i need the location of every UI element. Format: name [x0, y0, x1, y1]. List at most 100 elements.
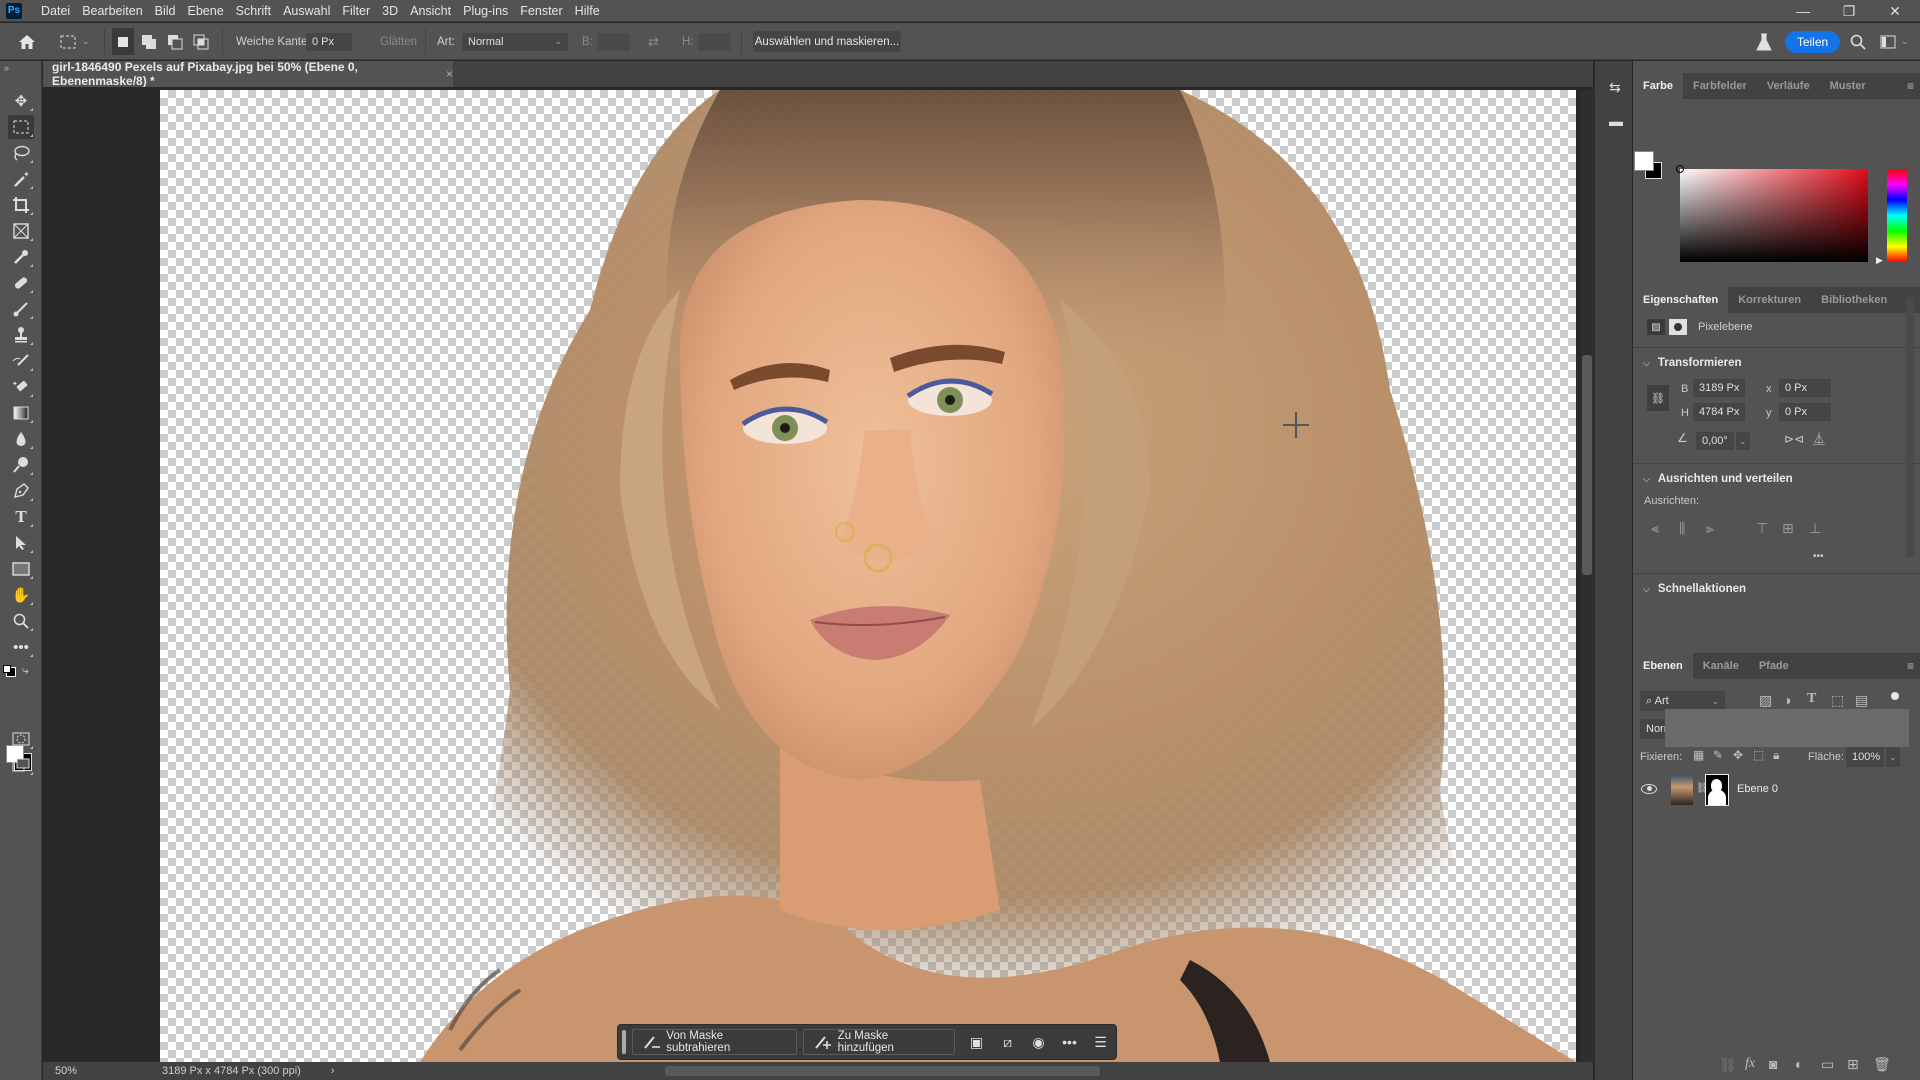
- feather-input[interactable]: 0 Px: [306, 32, 352, 51]
- select-and-mask-button[interactable]: Auswählen und maskieren...: [753, 31, 901, 52]
- eraser-tool[interactable]: ✦: [8, 375, 34, 399]
- zoom-tool[interactable]: [8, 609, 34, 633]
- menu-datei[interactable]: Datei: [35, 4, 76, 18]
- y-field[interactable]: 0 Px: [1779, 403, 1831, 421]
- align-left-icon[interactable]: ⫷: [1651, 520, 1659, 537]
- tab-farbe[interactable]: Farbe: [1633, 73, 1683, 99]
- history-brush-tool[interactable]: [8, 349, 34, 373]
- menu-fenster[interactable]: Fenster: [514, 4, 568, 18]
- subtract-from-mask-button[interactable]: Von Maske subtrahieren: [631, 1029, 798, 1055]
- group-folder-icon[interactable]: ▭: [1821, 1056, 1834, 1073]
- blur-tool[interactable]: [8, 427, 34, 451]
- flip-vertical-icon[interactable]: ⏅: [1813, 430, 1825, 447]
- tab-eigenschaften[interactable]: Eigenschaften: [1633, 287, 1729, 313]
- add-to-mask-button[interactable]: Zu Maske hinzufügen: [803, 1029, 956, 1055]
- align-top-icon[interactable]: ⊤: [1756, 520, 1768, 537]
- more-options-button[interactable]: •••: [1054, 1029, 1085, 1055]
- document-tab[interactable]: girl-1846490 Pexels auf Pixabay.jpg bei …: [43, 60, 453, 88]
- transform-section-header[interactable]: ⌵ Transformieren: [1643, 357, 1742, 369]
- menu-schrift[interactable]: Schrift: [230, 4, 277, 18]
- share-button[interactable]: Teilen: [1785, 30, 1840, 53]
- layer-filter-select[interactable]: ⌕ Art ⌄: [1640, 691, 1725, 711]
- layer-name[interactable]: Ebene 0: [1737, 783, 1778, 795]
- fx-icon[interactable]: fx: [1745, 1056, 1755, 1072]
- filter-smart-object-icon[interactable]: ▤: [1855, 692, 1868, 709]
- angle-field[interactable]: 0,00°: [1696, 432, 1734, 450]
- workspace-button[interactable]: ⌄: [1880, 23, 1909, 60]
- close-window-button[interactable]: ✕: [1872, 0, 1918, 22]
- layer-thumbnail[interactable]: [1671, 775, 1693, 805]
- vertical-scroll-thumb[interactable]: [1582, 355, 1592, 575]
- crop-tool[interactable]: [8, 193, 34, 217]
- tab-ebenen[interactable]: Ebenen: [1633, 653, 1693, 679]
- add-selection-button[interactable]: [141, 23, 157, 60]
- zoom-level[interactable]: 50%: [55, 1065, 135, 1077]
- menu-hilfe[interactable]: Hilfe: [569, 4, 606, 18]
- link-dimensions-button[interactable]: ⛓: [1647, 385, 1669, 411]
- layer-row[interactable]: [1665, 709, 1909, 747]
- invert-mask-button[interactable]: ⧄: [992, 1029, 1023, 1055]
- frame-tool[interactable]: [8, 219, 34, 243]
- mask-options-button[interactable]: ▣: [961, 1029, 992, 1055]
- clone-stamp-tool[interactable]: [8, 323, 34, 347]
- tab-korrekturen[interactable]: Korrekturen: [1728, 287, 1811, 313]
- angle-dropdown[interactable]: ⌄: [1736, 432, 1750, 450]
- swap-colors-icon[interactable]: ⤷: [22, 663, 29, 678]
- path-selection-tool[interactable]: [8, 531, 34, 555]
- history-panel-icon[interactable]: ⇆: [1609, 79, 1621, 96]
- link-layers-icon[interactable]: ⛓: [1719, 1057, 1737, 1074]
- rectangle-tool[interactable]: [8, 557, 34, 581]
- tab-farbfelder[interactable]: Farbfelder: [1683, 73, 1757, 99]
- lock-pixels-icon[interactable]: ✎: [1713, 748, 1723, 762]
- align-section-header[interactable]: ⌵ Ausrichten und verteilen: [1643, 473, 1793, 485]
- dodge-tool[interactable]: [8, 453, 34, 477]
- width-field[interactable]: 3189 Px: [1693, 379, 1745, 397]
- lock-all-icon[interactable]: 🔒︎: [1773, 748, 1779, 763]
- close-tab-icon[interactable]: ×: [446, 67, 453, 81]
- minimize-button[interactable]: —: [1780, 0, 1826, 22]
- new-selection-button[interactable]: [112, 28, 134, 55]
- hue-slider[interactable]: [1887, 169, 1907, 262]
- swap-dimensions-icon[interactable]: ⇄: [648, 34, 659, 50]
- marquee-preset-button[interactable]: ⌄: [60, 23, 90, 60]
- add-mask-icon[interactable]: ◙: [1769, 1056, 1777, 1072]
- filter-shape-icon[interactable]: ⬚: [1831, 692, 1844, 709]
- style-select[interactable]: Normal ⌄: [462, 32, 568, 51]
- properties-scrollbar[interactable]: [1906, 297, 1914, 557]
- taskbar-settings-button[interactable]: ☰: [1085, 1029, 1116, 1055]
- menu-filter[interactable]: Filter: [336, 4, 376, 18]
- filter-type-icon[interactable]: T: [1807, 691, 1816, 707]
- brush-tool[interactable]: [8, 297, 34, 321]
- lock-transparency-icon[interactable]: ▦: [1693, 748, 1704, 762]
- align-hcenter-icon[interactable]: ⫼: [1679, 520, 1685, 537]
- home-button[interactable]: [18, 23, 36, 60]
- comments-panel-icon[interactable]: ▬: [1609, 113, 1623, 129]
- fill-dropdown[interactable]: ⌄: [1886, 747, 1900, 767]
- tab-verlaeufe[interactable]: Verläufe: [1757, 73, 1820, 99]
- screen-mode-button[interactable]: [8, 753, 34, 777]
- menu-3d[interactable]: 3D: [376, 4, 404, 18]
- status-info-arrow[interactable]: ›: [331, 1065, 335, 1077]
- restore-button[interactable]: ❐: [1826, 0, 1872, 22]
- align-right-icon[interactable]: ⫸: [1706, 520, 1714, 537]
- gradient-tool[interactable]: [8, 401, 34, 425]
- move-tool[interactable]: ✥: [8, 89, 34, 113]
- hue-slider-handle[interactable]: ▶: [1876, 255, 1883, 266]
- flip-horizontal-icon[interactable]: ⊳⊲: [1784, 432, 1804, 446]
- adjustment-layer-icon[interactable]: ◐: [1795, 1056, 1803, 1072]
- align-vcenter-icon[interactable]: ⊞: [1782, 520, 1794, 537]
- eyedropper-tool[interactable]: [8, 245, 34, 269]
- tab-kanaele[interactable]: Kanäle: [1693, 653, 1749, 679]
- pen-tool[interactable]: [8, 479, 34, 503]
- hand-tool[interactable]: ✋: [8, 583, 34, 607]
- subtract-selection-button[interactable]: [167, 23, 183, 60]
- tab-muster[interactable]: Muster: [1820, 73, 1876, 99]
- menu-auswahl[interactable]: Auswahl: [277, 4, 336, 18]
- visibility-eye-icon[interactable]: [1641, 784, 1657, 794]
- intersect-selection-button[interactable]: [193, 23, 209, 60]
- drag-handle[interactable]: [622, 1030, 626, 1054]
- filter-adjustment-icon[interactable]: ◑: [1783, 692, 1791, 708]
- search-button[interactable]: [1850, 23, 1866, 60]
- image-canvas[interactable]: [160, 90, 1576, 1062]
- magic-wand-tool[interactable]: ✦: [8, 167, 34, 191]
